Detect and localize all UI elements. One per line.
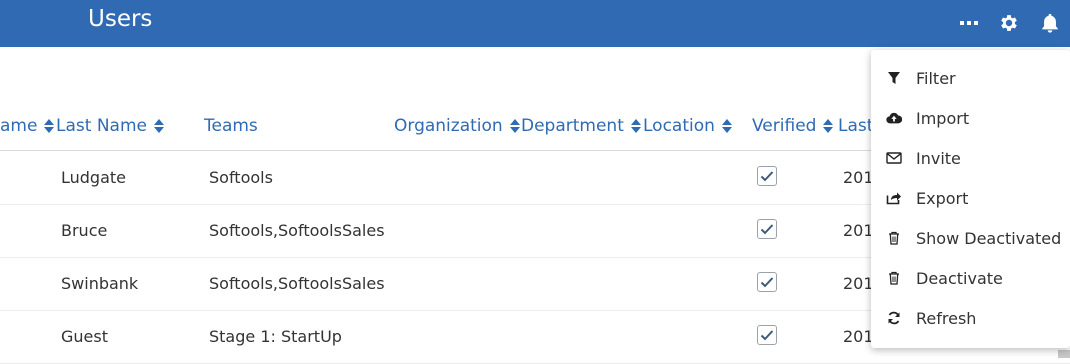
- cell-last-name: Guest: [61, 327, 108, 346]
- cell-teams: Stage 1: StartUp: [209, 327, 342, 346]
- menu-item-label: Invite: [916, 148, 961, 168]
- menu-item-label: Import: [916, 108, 970, 128]
- verified-checkbox[interactable]: [757, 325, 777, 345]
- menu-item-export[interactable]: Export: [871, 178, 1070, 218]
- check-icon: [760, 330, 774, 341]
- column-verified[interactable]: Verified: [752, 116, 834, 136]
- actions-menu: Filter Import Invite Export Show Deactiv…: [871, 50, 1070, 348]
- cell-last: 201: [843, 327, 874, 346]
- check-icon: [760, 171, 774, 182]
- more-icon[interactable]: [958, 12, 980, 34]
- sort-icon[interactable]: [509, 118, 521, 134]
- sort-icon[interactable]: [822, 118, 834, 134]
- sort-icon[interactable]: [43, 118, 55, 134]
- check-icon: [760, 224, 774, 235]
- sort-icon[interactable]: [153, 118, 165, 134]
- cell-last-name: Swinbank: [61, 274, 139, 293]
- column-location[interactable]: Location: [643, 116, 733, 136]
- sort-icon[interactable]: [630, 118, 642, 134]
- cell-last: 201: [843, 168, 874, 187]
- menu-item-show-deactivated[interactable]: Show Deactivated: [871, 218, 1070, 258]
- envelope-icon: [886, 150, 902, 166]
- share-icon: [886, 190, 902, 206]
- column-label: ame: [0, 116, 38, 136]
- menu-item-filter[interactable]: Filter: [871, 58, 1070, 98]
- verified-checkbox[interactable]: [757, 166, 777, 186]
- column-organization[interactable]: Organization: [394, 116, 521, 136]
- refresh-icon: [886, 310, 902, 326]
- menu-item-label: Export: [916, 188, 969, 208]
- column-label: Verified: [752, 116, 817, 136]
- cell-last: 201: [843, 221, 874, 240]
- menu-item-label: Show Deactivated: [916, 228, 1062, 248]
- bell-icon[interactable]: [1039, 12, 1061, 34]
- verified-checkbox[interactable]: [757, 219, 777, 239]
- sort-icon[interactable]: [721, 118, 733, 134]
- top-bar: Users: [0, 0, 1070, 47]
- menu-item-import[interactable]: Import: [871, 98, 1070, 138]
- cell-teams: Softools,SoftoolsSales: [209, 221, 385, 240]
- column-label: Department: [521, 116, 624, 136]
- column-label: Last Name: [56, 116, 147, 136]
- gear-icon[interactable]: [998, 12, 1020, 34]
- menu-item-label: Deactivate: [916, 268, 1003, 288]
- menu-item-deactivate[interactable]: Deactivate: [871, 258, 1070, 298]
- verified-checkbox[interactable]: [757, 272, 777, 292]
- cell-last-name: Ludgate: [61, 168, 127, 187]
- filter-icon: [886, 70, 902, 86]
- cell-last: 201: [843, 274, 874, 293]
- cell-teams: Softools,SoftoolsSales: [209, 274, 385, 293]
- menu-item-label: Refresh: [916, 308, 977, 328]
- column-label: Teams: [204, 116, 258, 136]
- column-first-name[interactable]: ame: [0, 116, 55, 136]
- scrollbar[interactable]: [1058, 350, 1070, 358]
- cell-last-name: Bruce: [61, 221, 108, 240]
- column-label: Last: [838, 116, 874, 136]
- column-label: Organization: [394, 116, 503, 136]
- trash-icon: [886, 270, 902, 286]
- page-title: Users: [88, 6, 153, 32]
- trash-icon: [886, 230, 902, 246]
- menu-item-invite[interactable]: Invite: [871, 138, 1070, 178]
- menu-item-refresh[interactable]: Refresh: [871, 298, 1070, 338]
- cell-teams: Softools: [209, 168, 273, 187]
- check-icon: [760, 277, 774, 288]
- cloud-upload-icon: [886, 110, 902, 126]
- column-teams[interactable]: Teams: [204, 116, 258, 136]
- column-last-name[interactable]: Last Name: [56, 116, 165, 136]
- column-department[interactable]: Department: [521, 116, 642, 136]
- column-last[interactable]: Last: [838, 116, 873, 136]
- menu-item-label: Filter: [916, 68, 956, 88]
- column-label: Location: [643, 116, 715, 136]
